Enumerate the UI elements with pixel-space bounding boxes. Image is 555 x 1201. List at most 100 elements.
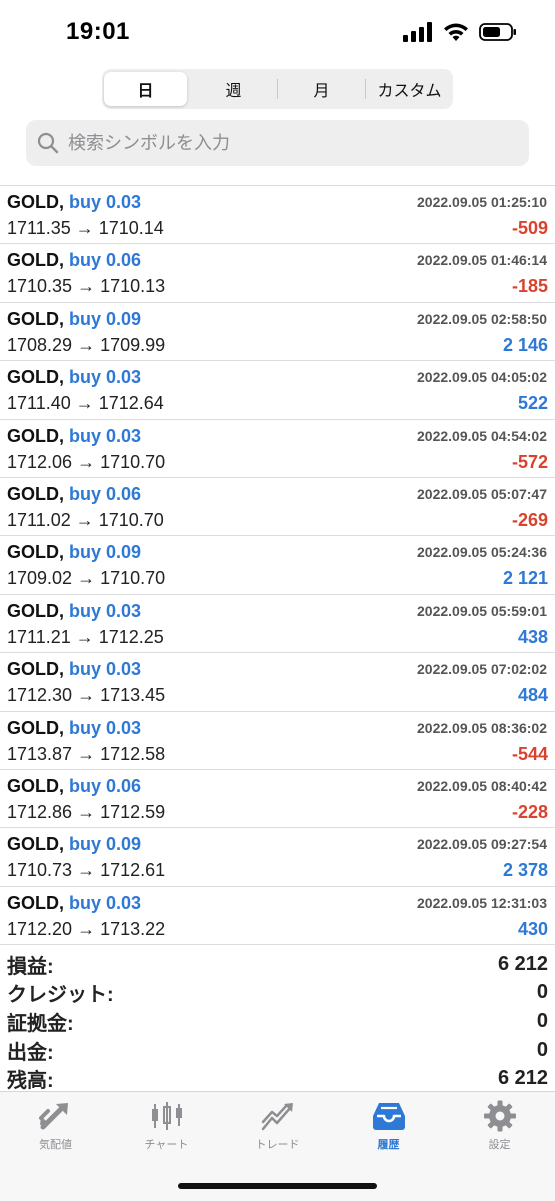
trade-profit: 438 xyxy=(517,626,548,647)
candlestick-chart-icon xyxy=(151,1102,182,1130)
search-input[interactable] xyxy=(66,131,490,155)
trade-symbol-line: GOLD, buy 0.06 xyxy=(7,250,141,271)
trade-row[interactable]: GOLD, buy 0.03 1711.21 → 1712.25 2022.09… xyxy=(0,595,555,654)
trade-prices: 1711.35 → 1710.14 xyxy=(7,218,164,238)
trade-time: 2022.09.05 05:24:36 xyxy=(417,544,547,561)
trade-symbol-line: GOLD, buy 0.06 xyxy=(7,484,141,505)
trade-time: 2022.09.05 05:59:01 xyxy=(417,602,547,619)
summary-label: クレジット: xyxy=(7,984,114,1007)
trade-symbol-line: GOLD, buy 0.03 xyxy=(7,659,141,680)
trade-symbol-line: GOLD, buy 0.09 xyxy=(7,834,141,855)
segment-day[interactable]: 日 xyxy=(104,72,187,106)
summary-value: 0 xyxy=(536,1038,548,1061)
tab-label: トレード xyxy=(255,1139,300,1151)
summary-value: 6 212 xyxy=(497,952,548,975)
trade-row[interactable]: GOLD, buy 0.03 1711.40 → 1712.64 2022.09… xyxy=(0,361,555,420)
trade-prices: 1708.29 → 1709.99 xyxy=(7,334,166,355)
segment-custom[interactable]: カスタム xyxy=(368,72,451,106)
history-inbox-icon xyxy=(372,1103,405,1130)
trade-row[interactable]: GOLD, buy 0.03 1713.87 → 1712.58 2022.09… xyxy=(0,712,555,770)
trade-symbol-line: GOLD, buy 0.03 xyxy=(7,718,141,739)
trade-symbol: GOLD, xyxy=(7,600,64,621)
trade-symbol: GOLD, xyxy=(7,483,64,504)
battery-icon xyxy=(479,23,516,41)
trade-prices: 1712.20 → 1713.22 xyxy=(7,918,166,939)
trade-side: buy 0.09 xyxy=(69,542,142,563)
trade-profit: 2 378 xyxy=(502,860,548,881)
trade-side: buy 0.09 xyxy=(69,308,142,329)
trade-line-icon xyxy=(261,1103,293,1131)
tab-history[interactable]: 履歴 xyxy=(333,1100,444,1152)
tab-trade[interactable]: トレード xyxy=(222,1100,333,1152)
trade-row[interactable]: GOLD, buy 0.06 1711.02 → 1710.70 2022.09… xyxy=(0,478,555,537)
trade-profit: 522 xyxy=(517,393,548,414)
trade-row[interactable]: GOLD, buy 0.03 1711.35 → 1710.14 2022.09… xyxy=(0,186,555,245)
trade-row[interactable]: GOLD, buy 0.03 1712.06 → 1710.70 2022.09… xyxy=(0,420,555,478)
trade-row[interactable]: GOLD, buy 0.09 1709.02 → 1710.70 2022.09… xyxy=(0,536,555,595)
trade-time: 2022.09.05 08:36:02 xyxy=(417,719,547,736)
trade-history-list: GOLD, buy 0.03 1711.35 → 1710.14 2022.09… xyxy=(0,185,555,946)
trade-symbol-line: GOLD, buy 0.09 xyxy=(7,309,141,330)
trade-prices: 1710.35 → 1710.13 xyxy=(7,276,166,297)
tab-chart[interactable]: チャート xyxy=(111,1100,222,1152)
tab-settings[interactable]: 設定 xyxy=(444,1100,555,1152)
cellular-signal-icon xyxy=(403,22,432,42)
trade-side: buy 0.03 xyxy=(69,717,142,738)
trade-row[interactable]: GOLD, buy 0.03 1712.20 → 1713.22 2022.09… xyxy=(0,887,555,946)
trade-row[interactable]: GOLD, buy 0.09 1710.73 → 1712.61 2022.09… xyxy=(0,828,555,887)
trade-time: 2022.09.05 12:31:03 xyxy=(417,894,547,911)
trade-prices: 1712.30 → 1713.45 xyxy=(7,685,166,706)
trade-symbol: GOLD, xyxy=(7,192,64,212)
trade-row[interactable]: GOLD, buy 0.03 1712.30 → 1713.45 2022.09… xyxy=(0,653,555,712)
trade-time: 2022.09.05 09:27:54 xyxy=(417,836,547,853)
trade-symbol-line: GOLD, buy 0.03 xyxy=(7,601,141,622)
trade-row[interactable]: GOLD, buy 0.06 1712.86 → 1712.59 2022.09… xyxy=(0,770,555,829)
segment-divider xyxy=(365,79,366,99)
home-indicator[interactable] xyxy=(178,1183,377,1189)
segment-month[interactable]: 月 xyxy=(280,72,363,106)
trade-symbol: GOLD, xyxy=(7,892,64,913)
trade-profit: 430 xyxy=(517,918,548,939)
trade-prices: 1709.02 → 1710.70 xyxy=(7,568,166,589)
segment-week[interactable]: 週 xyxy=(192,72,275,106)
summary-deposit-row: 証拠金: 0 xyxy=(0,1007,555,1036)
trade-symbol: GOLD, xyxy=(7,542,64,563)
status-bar: 19:01 xyxy=(0,0,555,64)
trade-side: buy 0.03 xyxy=(69,425,142,446)
trade-profit: -572 xyxy=(511,451,548,472)
summary-value: 0 xyxy=(536,1009,548,1032)
trade-symbol: GOLD, xyxy=(7,659,64,680)
summary-credit-row: クレジット: 0 xyxy=(0,979,555,1008)
trade-profit: 2 146 xyxy=(502,334,548,355)
trade-profit: -269 xyxy=(511,509,548,530)
trade-side: buy 0.06 xyxy=(69,250,142,271)
trade-side: buy 0.06 xyxy=(69,775,142,796)
trade-row[interactable]: GOLD, buy 0.09 1708.29 → 1709.99 2022.09… xyxy=(0,303,555,362)
trade-symbol: GOLD, xyxy=(7,367,64,388)
trade-time: 2022.09.05 04:54:02 xyxy=(417,427,547,444)
trade-side: buy 0.06 xyxy=(69,483,142,504)
summary-label: 損益: xyxy=(7,955,54,978)
status-icons xyxy=(403,22,517,42)
trade-prices: 1710.73 → 1712.61 xyxy=(7,860,166,881)
trade-time: 2022.09.05 08:40:42 xyxy=(417,777,547,794)
summary-value: 6 212 xyxy=(497,1067,548,1090)
trade-side: buy 0.03 xyxy=(69,367,142,388)
trade-prices: 1712.86 → 1712.59 xyxy=(7,801,166,822)
trade-prices: 1713.87 → 1712.58 xyxy=(7,743,166,764)
summary-label: 出金: xyxy=(7,1041,54,1064)
trade-symbol: GOLD, xyxy=(7,250,64,271)
tab-quotes[interactable]: 気配値 xyxy=(0,1100,111,1152)
trade-symbol: GOLD, xyxy=(7,425,64,446)
wifi-icon xyxy=(444,23,468,41)
trade-row[interactable]: GOLD, buy 0.06 1710.35 → 1710.13 2022.09… xyxy=(0,244,555,303)
trade-time: 2022.09.05 04:05:02 xyxy=(417,369,547,386)
trade-profit: -544 xyxy=(511,743,548,764)
status-time: 19:01 xyxy=(66,18,130,45)
trade-time: 2022.09.05 05:07:47 xyxy=(417,485,547,502)
trade-symbol-line: GOLD, buy 0.03 xyxy=(7,426,141,447)
gear-icon xyxy=(483,1100,516,1132)
trade-symbol: GOLD, xyxy=(7,308,64,329)
trade-time: 2022.09.05 01:46:14 xyxy=(417,252,547,269)
search-bar[interactable] xyxy=(26,120,529,166)
